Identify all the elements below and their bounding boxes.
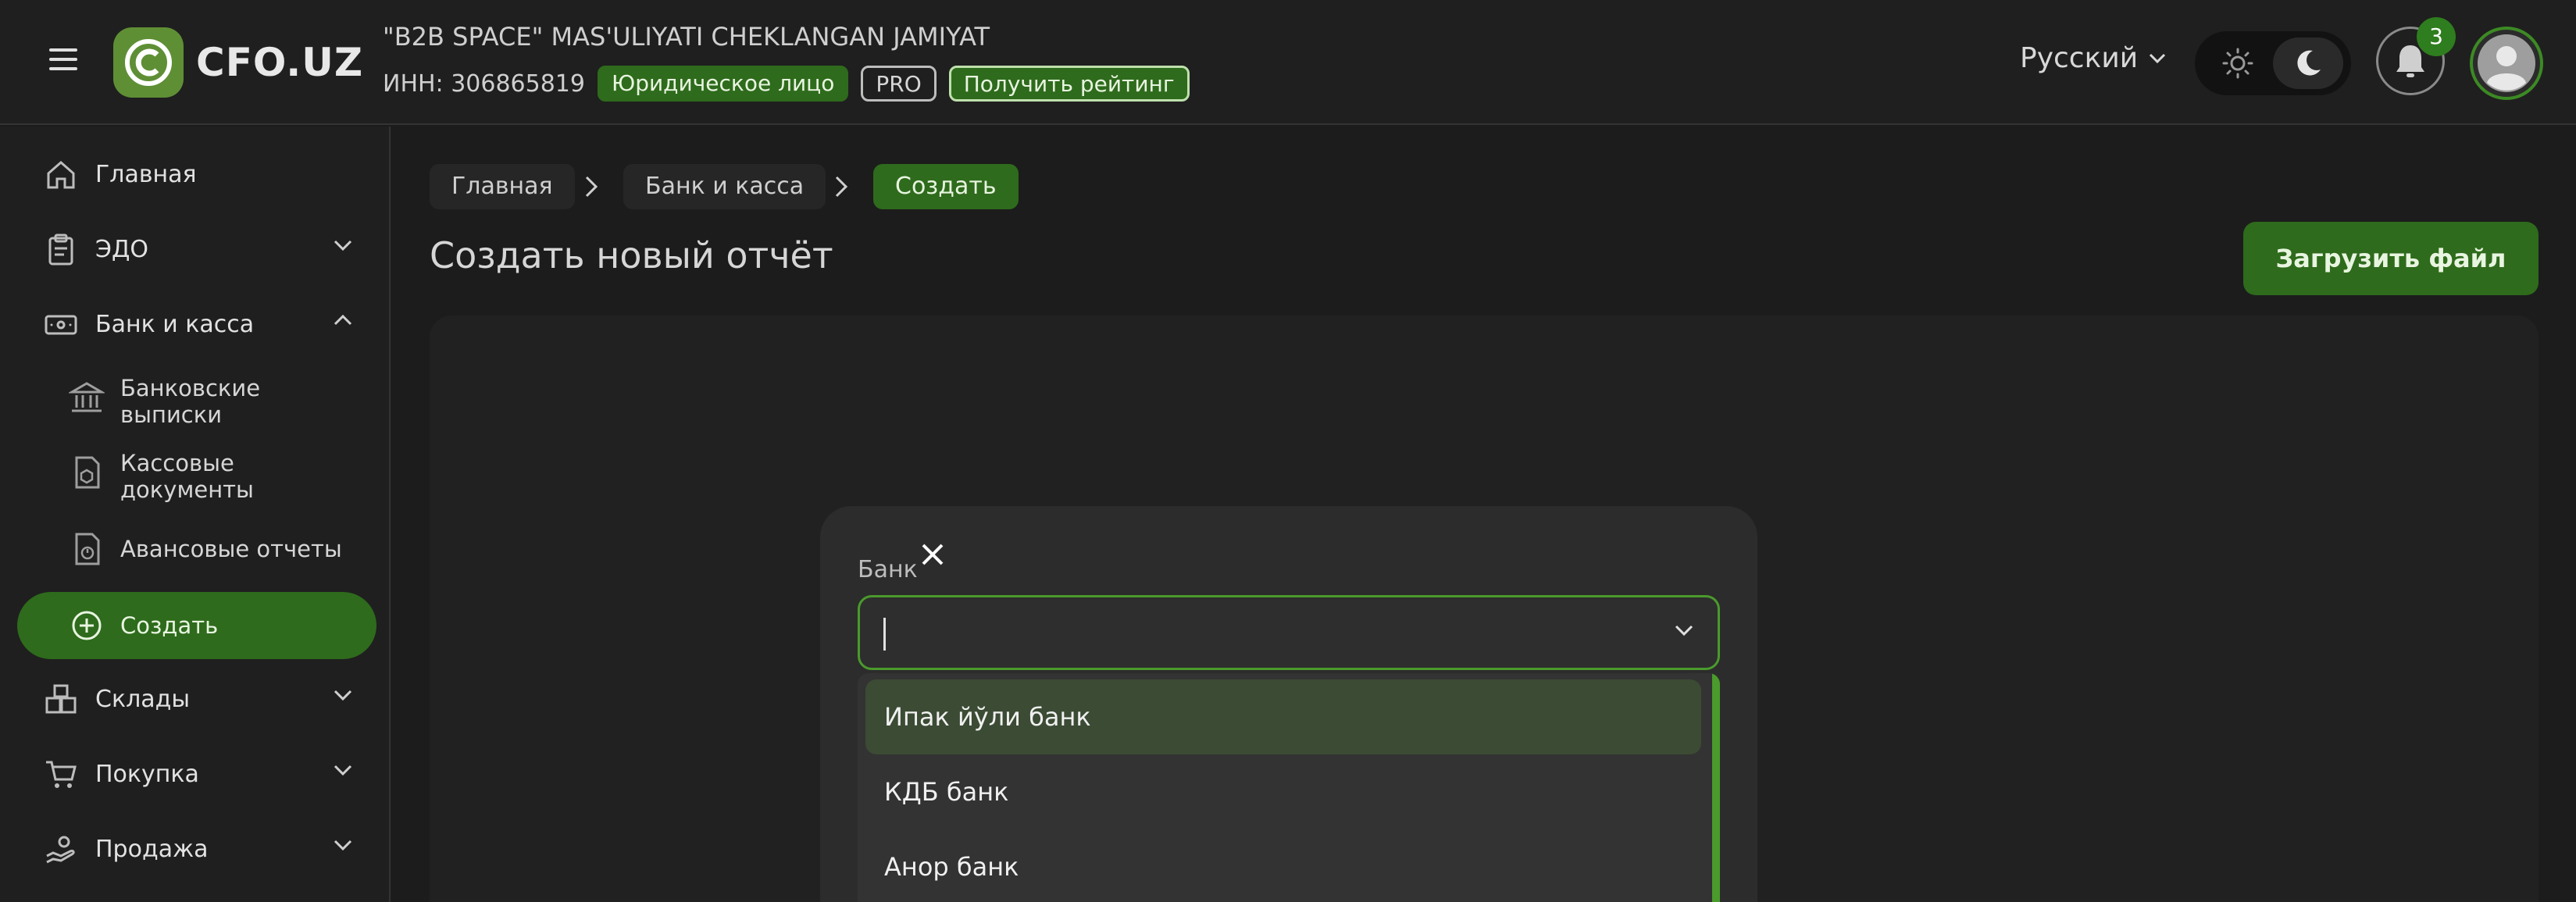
sidebar-item-label: Продажа — [95, 835, 209, 863]
chevron-right-icon — [585, 176, 598, 198]
sidebar-item-warehouses[interactable]: Склады — [17, 665, 376, 733]
chevron-up-icon — [334, 314, 352, 326]
sidebar: Главная ЭДО Банк и касса Банковские выпи… — [0, 127, 391, 902]
chevron-down-icon — [334, 240, 352, 251]
sidebar-item-label-line-2: документы — [120, 476, 254, 503]
light-theme-button[interactable] — [2203, 37, 2273, 89]
bank-option[interactable]: Анор банк — [865, 829, 1701, 902]
clipboard-icon — [48, 234, 73, 266]
sidebar-item-label: Покупка — [95, 760, 199, 788]
sidebar-item-edo[interactable]: ЭДО — [17, 216, 376, 283]
bank-option[interactable]: Ипак йўли банк — [865, 679, 1701, 754]
sidebar-item-bank-statements[interactable]: Банковские выписки — [17, 364, 376, 431]
advance-report-icon — [75, 533, 100, 565]
moon-icon — [2297, 50, 2321, 76]
sidebar-item-label-line-1: Кассовые — [120, 450, 234, 476]
sun-icon — [2222, 48, 2253, 79]
sidebar-item-label: Авансовые отчеты — [120, 536, 342, 562]
warehouse-icon — [45, 684, 77, 714]
sidebar-item-label: Создать — [120, 612, 219, 639]
dark-theme-button[interactable] — [2273, 37, 2343, 89]
sidebar-item-label: ЭДО — [95, 235, 148, 263]
breadcrumb-bank-cash[interactable]: Банк и касса — [623, 164, 826, 209]
top-header: CFO.UZ "B2B SPACE" MAS'ULIYATI CHEKLANGA… — [0, 0, 2576, 125]
cart-icon — [46, 761, 77, 788]
sidebar-item-purchase[interactable]: Покупка — [17, 740, 376, 808]
sale-icon — [46, 836, 75, 864]
sidebar-item-bank-cash[interactable]: Банк и касса — [17, 291, 376, 358]
language-selector[interactable]: Русский — [2020, 42, 2166, 74]
page-title: Создать новый отчёт — [430, 234, 833, 276]
bank-options-dropdown: Ипак йўли банк КДБ банк Анор банк — [858, 673, 1720, 902]
logo-mark-icon — [113, 27, 184, 98]
bank-icon — [69, 382, 105, 412]
logo-text: CFO.UZ — [196, 40, 364, 85]
theme-toggle[interactable] — [2195, 31, 2351, 95]
menu-icon[interactable] — [47, 48, 80, 75]
close-icon[interactable] — [915, 537, 950, 572]
chevron-down-icon — [334, 840, 352, 851]
sidebar-item-label-line-2: выписки — [120, 401, 223, 428]
company-name: "B2B SPACE" MAS'ULIYATI CHEKLANGAN JAMIY… — [383, 22, 990, 52]
breadcrumb-create[interactable]: Создать — [873, 164, 1019, 209]
cash-icon — [45, 315, 77, 335]
logo[interactable]: CFO.UZ — [113, 27, 363, 98]
sidebar-item-label: Главная — [95, 160, 197, 188]
sidebar-item-sales[interactable]: Продажа — [17, 815, 376, 882]
upload-file-button[interactable]: Загрузить файл — [2243, 222, 2539, 295]
cash-document-icon — [75, 456, 100, 489]
chevron-down-icon — [334, 690, 352, 701]
chevron-down-icon — [334, 765, 352, 776]
sidebar-item-label: Склады — [95, 685, 191, 713]
company-meta: ИНН: 306865819 Юридическое лицо PRO Полу… — [383, 64, 1202, 103]
sidebar-item-home[interactable]: Главная — [17, 141, 376, 208]
text-cursor — [883, 618, 886, 651]
sidebar-item-label: Банк и касса — [95, 310, 255, 338]
bank-field-label: Банк — [858, 556, 918, 583]
plus-circle-icon — [72, 611, 102, 640]
language-label: Русский — [2020, 42, 2139, 74]
bank-option[interactable]: КДБ банк — [865, 754, 1701, 829]
user-icon — [2478, 34, 2535, 92]
home-icon — [47, 161, 75, 189]
dropdown-scrollbar[interactable] — [1712, 673, 1720, 902]
entity-type-badge: Юридическое лицо — [597, 66, 849, 102]
breadcrumb-home[interactable]: Главная — [430, 164, 575, 209]
inn-text: ИНН: 306865819 — [383, 70, 585, 98]
sidebar-item-cash-documents[interactable]: Кассовые документы — [17, 439, 376, 506]
sidebar-item-label-line-1: Банковские — [120, 375, 261, 401]
chevron-right-icon — [835, 176, 848, 198]
sidebar-item-create[interactable]: Создать — [17, 592, 376, 659]
pro-badge: PRO — [861, 66, 937, 102]
chevron-down-icon[interactable] — [1674, 624, 1694, 636]
bank-select-input[interactable] — [858, 595, 1720, 670]
get-rating-button[interactable]: Получить рейтинг — [948, 66, 1190, 102]
notification-count-badge: 3 — [2417, 17, 2456, 56]
sidebar-item-advance-reports[interactable]: Авансовые отчеты — [17, 515, 376, 583]
chevron-down-icon — [2150, 53, 2166, 63]
user-avatar[interactable] — [2470, 27, 2543, 100]
